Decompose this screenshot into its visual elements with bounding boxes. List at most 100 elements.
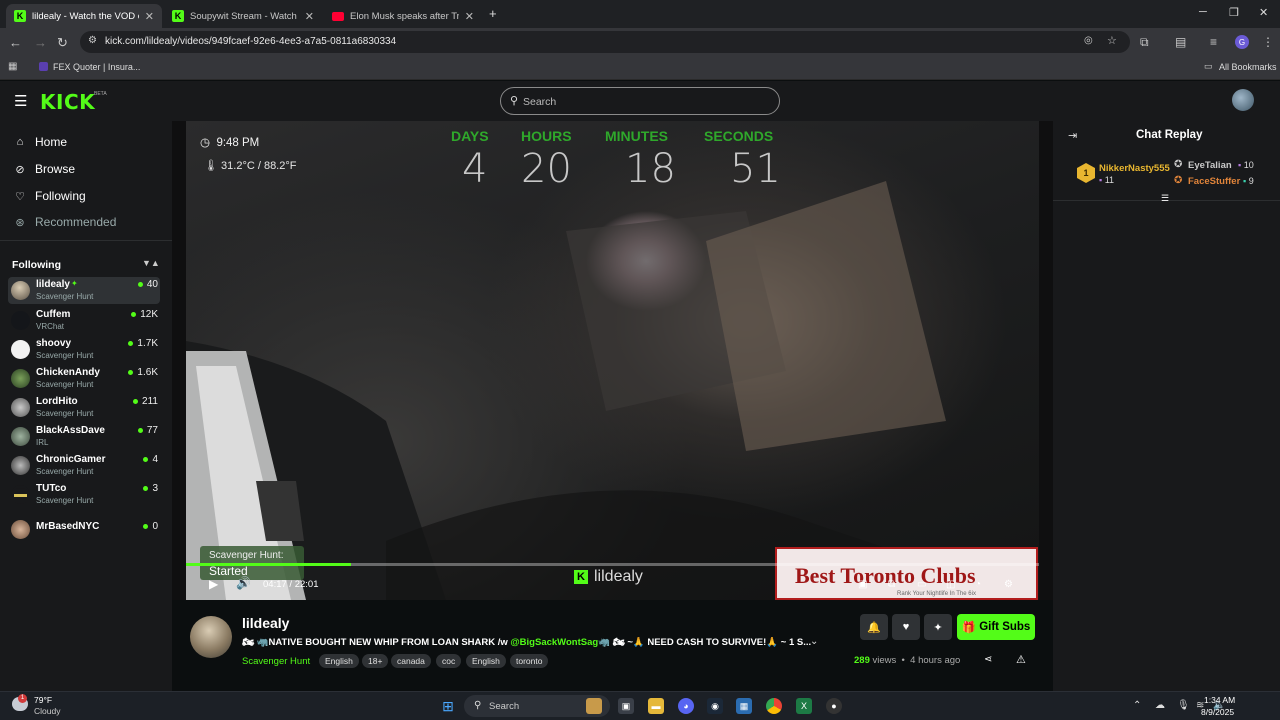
following-item-chickenandy[interactable]: ChickenAndy Scavenger Hunt 1.6K [8, 365, 160, 392]
play-icon[interactable]: ▶ [209, 577, 218, 591]
tag[interactable]: 18+ [362, 654, 389, 668]
mention-link[interactable]: @BigSackWontSag [510, 637, 598, 648]
following-item-tutco[interactable]: TUTco Scavenger Hunt 3 [8, 481, 160, 508]
eye-off-icon[interactable]: ◎ [1084, 35, 1093, 46]
task-view-icon[interactable]: ▣ [618, 698, 634, 714]
theater-icon[interactable]: ▭ [917, 579, 926, 590]
steam-icon[interactable]: ◉ [707, 698, 723, 714]
following-item-blackassdave[interactable]: BlackAssDave IRL 77 [8, 423, 160, 450]
share-icon[interactable]: ⋖ [984, 654, 992, 665]
extensions-icon[interactable]: ⧉ [1140, 35, 1149, 50]
site-info-icon[interactable]: ⚙ [88, 35, 97, 46]
gifter-name[interactable]: FaceStuffer [1188, 176, 1240, 187]
file-explorer-icon[interactable]: ▬ [648, 698, 664, 714]
tag[interactable]: coc [436, 654, 462, 668]
following-item-lordhito[interactable]: LordHito Scavenger Hunt 211 [8, 394, 160, 421]
follow-button[interactable]: ♥ [892, 614, 920, 640]
gifter-name[interactable]: NikkerNasty555 [1099, 163, 1170, 174]
forward-icon[interactable]: → [34, 35, 47, 50]
following-item-cuffem[interactable]: Cuffem VRChat 12K [8, 307, 160, 334]
clock-date[interactable]: 8/9/2025 [1201, 707, 1234, 717]
media-icon[interactable]: ▤ [1175, 35, 1186, 49]
following-item-lildealy[interactable]: lildealy ✦ Scavenger Hunt 40 [8, 277, 160, 304]
gift-subs-button[interactable]: 🎁 Gift Subs [957, 614, 1035, 640]
sidebar: ⌂ Home ⊘ Browse ♡ Following ⊛ Recommende… [0, 121, 172, 691]
expand-leaderboard-icon[interactable]: ☰ [1161, 193, 1169, 204]
gift-icon: ▪ [1243, 176, 1247, 186]
sidebar-item-home[interactable]: ⌂ Home [12, 135, 67, 149]
windows-start-icon[interactable]: ⊞ [440, 698, 456, 714]
category-link[interactable]: Scavenger Hunt [242, 656, 310, 667]
close-tab-icon[interactable]: ✕ [305, 10, 314, 23]
tab-search-icon[interactable]: ≡ [1210, 35, 1217, 49]
sidebar-item-browse[interactable]: ⊘ Browse [12, 162, 75, 176]
notification-button[interactable]: 🔔 [860, 614, 888, 640]
volume-icon[interactable]: 🔊 [236, 576, 251, 590]
browser-tab-3[interactable]: Elon Musk speaks after Trump ✕ [324, 4, 482, 28]
following-item-chronicgamer[interactable]: ChronicGamer Scavenger Hunt 4 [8, 452, 160, 479]
collapse-chat-icon[interactable]: ⇥ [1068, 129, 1077, 142]
close-window-icon[interactable]: ✕ [1259, 6, 1268, 19]
taskbar-search[interactable]: ⚲ Search [464, 695, 610, 717]
chevron-down-icon[interactable]: ⌄ [810, 636, 818, 647]
browser-tab-1[interactable]: K lildealy - Watch the VOD on Ki ✕ [6, 4, 162, 28]
close-tab-icon[interactable]: ✕ [465, 10, 474, 23]
all-bookmarks[interactable]: All Bookmarks [1219, 62, 1277, 72]
chrome-icon[interactable] [766, 698, 782, 714]
search-input[interactable]: ⚲ Search [500, 87, 780, 115]
tag[interactable]: canada [391, 654, 431, 668]
star-icon[interactable]: ☆ [1107, 34, 1117, 47]
menu-icon[interactable]: ⋮ [1262, 35, 1274, 49]
tag[interactable]: English [319, 654, 359, 668]
excel-icon[interactable]: X [796, 698, 812, 714]
profile-avatar[interactable]: G [1235, 35, 1249, 49]
sort-icon[interactable]: ▼▲ [142, 258, 160, 268]
clip-button[interactable]: ✦ [924, 614, 952, 640]
report-icon[interactable]: ⚠ [1016, 653, 1026, 666]
discord-icon[interactable]: ◕ [678, 698, 694, 714]
countdown-value: 20 [521, 146, 572, 192]
user-avatar[interactable] [1232, 89, 1254, 111]
microphone-icon[interactable]: 🎙 [1177, 700, 1190, 711]
settings-icon[interactable]: ⚙ [1004, 579, 1013, 590]
video-player[interactable]: ◷ 9:48 PM 🌡 31.2°C / 88.2°F DAYS 4 HOURS… [172, 121, 1053, 600]
speed-icon[interactable]: ◔ [975, 579, 981, 590]
hamburger-menu-icon[interactable]: ☰ [14, 92, 27, 110]
address-bar[interactable]: ⚙ kick.com/lildealy/videos/949fcaef-92e6… [80, 31, 1130, 53]
sidebar-item-recommended[interactable]: ⊛ Recommended [12, 215, 116, 229]
seek-bar[interactable] [186, 563, 1039, 566]
back-icon[interactable]: ← [9, 35, 22, 50]
minimize-icon[interactable]: ─ [1199, 6, 1207, 18]
tag[interactable]: English [466, 654, 506, 668]
ad-banner[interactable]: Best Toronto Clubs Rank Your Nightlife I… [775, 547, 1038, 600]
avatar [11, 281, 30, 300]
store-icon[interactable]: ▦ [736, 698, 752, 714]
onedrive-icon[interactable]: ☁ [1155, 700, 1165, 711]
chevron-up-icon[interactable]: ⌃ [1133, 700, 1141, 711]
pip-icon[interactable]: ⧉ [888, 579, 895, 590]
avatar [11, 427, 30, 446]
clock-time[interactable]: 1:34 AM [1204, 695, 1235, 705]
weather-condition[interactable]: Cloudy [34, 706, 60, 716]
sidebar-item-following[interactable]: ♡ Following [12, 189, 86, 203]
browser-tab-2[interactable]: K Soupywit Stream - Watch Live o ✕ [164, 4, 322, 28]
tag[interactable]: toronto [510, 654, 549, 668]
new-tab-icon[interactable]: + [489, 6, 497, 21]
kick-logo[interactable]: KICK [40, 90, 95, 114]
apps-grid-icon[interactable]: ▦ [8, 61, 17, 72]
reload-icon[interactable]: ↻ [57, 35, 68, 51]
gifter-name[interactable]: EyeTalian [1188, 160, 1232, 171]
cast-icon[interactable]: ◫ [946, 579, 955, 590]
following-item-mrbasednyc[interactable]: MrBasedNYC 0 [8, 516, 160, 543]
app-icon[interactable]: ● [826, 698, 842, 714]
video-scene-shapes [186, 181, 1039, 600]
stream-title: 🏍 🦏NATIVE BOUGHT NEW WHIP FROM LOAN SHAR… [242, 637, 812, 648]
restore-icon[interactable]: ❐ [1229, 6, 1239, 19]
channel-avatar[interactable] [190, 616, 232, 658]
bookmark-item[interactable]: FEX Quoter | Insura... [53, 62, 140, 72]
clip-icon[interactable]: ▣ [858, 579, 867, 590]
channel-name[interactable]: lildealy [242, 615, 289, 631]
weather-temp[interactable]: 79°F [34, 695, 52, 705]
close-tab-icon[interactable]: ✕ [145, 10, 154, 23]
following-item-shoovy[interactable]: shoovy Scavenger Hunt 1.7K [8, 336, 160, 363]
